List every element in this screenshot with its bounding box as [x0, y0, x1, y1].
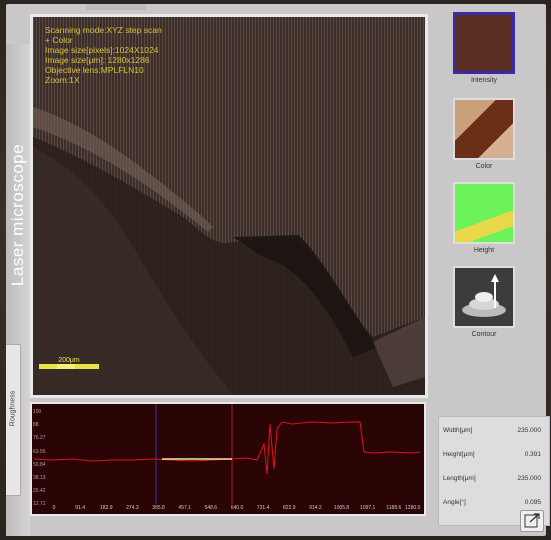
x-tick-label: 365.8 — [152, 505, 165, 511]
scan-info-line: Image size[pixels]:1024X1024 — [45, 45, 159, 55]
profile-plot — [33, 404, 421, 504]
top-tab[interactable] — [86, 4, 146, 10]
x-tick-label: 1097.1 — [360, 505, 376, 511]
measure-value: 0.391 — [524, 451, 541, 458]
contour-thumbnail-icon — [453, 266, 515, 328]
contour-mode-label: Contour — [471, 331, 497, 338]
measure-value: 235.000 — [517, 427, 542, 434]
x-tick-label: 182.9 — [99, 505, 113, 511]
export-button[interactable] — [520, 510, 544, 532]
app-title: Laser microscope — [8, 143, 27, 287]
contour-pyramid-icon — [462, 274, 506, 317]
roughness-tab-label: Roughness — [9, 390, 17, 427]
color-mode-label: Color — [475, 163, 493, 170]
x-tick-label: 1280.0 — [405, 505, 421, 511]
height-mode-label: Height — [473, 247, 495, 254]
x-tick-label: 640.0 — [230, 505, 244, 511]
scan-info-line: Image size[μm]: 1280x1286 — [45, 55, 150, 65]
app-screen: Laser microscope Roughness Scanning mode… — [6, 4, 550, 536]
height-mode-button[interactable]: Height — [450, 182, 518, 254]
color-mode-button[interactable]: Color — [450, 98, 518, 170]
intensity-thumbnail-icon — [453, 12, 515, 74]
intensity-mode-button[interactable]: Intensity — [450, 12, 518, 84]
display-mode-panel: Intensity Color Height Contour — [438, 12, 538, 392]
measure-value: 0.095 — [524, 499, 541, 506]
left-rail: Laser microscope Roughness — [6, 44, 30, 536]
intensity-mode-label: Intensity — [470, 77, 498, 84]
x-tick-label: 822.9 — [282, 505, 296, 511]
x-tick-label: 274.3 — [126, 505, 139, 511]
x-tick-label: 1188.6 — [386, 505, 402, 511]
height-profile-chart[interactable]: 100 88 76.27 63.55 50.84 38.13 25.42 12.… — [30, 402, 426, 516]
scan-info-overlay: Scanning mode:XYZ step scan + Color Imag… — [45, 25, 162, 85]
export-icon — [524, 513, 540, 528]
scan-info-line: Scanning mode:XYZ step scan — [45, 25, 162, 35]
scan-info-line: Objective lens:MPLFLN10 — [45, 65, 144, 75]
x-tick-label: 731.4 — [256, 505, 270, 511]
measure-value: 235.000 — [517, 475, 542, 482]
x-tick-label: 91.4 — [75, 505, 85, 511]
measure-label: Height[μm] — [443, 451, 475, 458]
contour-mode-button[interactable]: Contour — [450, 266, 518, 338]
height-thumbnail-icon — [453, 182, 515, 244]
scale-bar-label: 200μm — [58, 357, 80, 364]
x-tick-label: 914.2 — [309, 505, 322, 511]
color-thumbnail-icon — [453, 98, 515, 160]
x-tick-label: 457.1 — [178, 505, 191, 511]
scan-info-line: + Color — [45, 35, 73, 45]
measure-label: Width[μm] — [443, 427, 473, 434]
image-viewport[interactable]: Scanning mode:XYZ step scan + Color Imag… — [30, 14, 428, 398]
x-tick-label: 1005.8 — [333, 505, 350, 511]
scan-info-line: Zoom:1X — [45, 75, 80, 85]
scale-bar: 200μm — [39, 357, 99, 369]
scale-bar-line — [39, 364, 99, 369]
x-tick-label: 0 — [52, 505, 56, 511]
measure-label: Angle[°] — [443, 499, 466, 506]
x-tick-label: 548.6 — [204, 505, 218, 511]
measure-label: Length[μm] — [443, 475, 476, 482]
roughness-tab[interactable]: Roughness — [6, 344, 21, 496]
